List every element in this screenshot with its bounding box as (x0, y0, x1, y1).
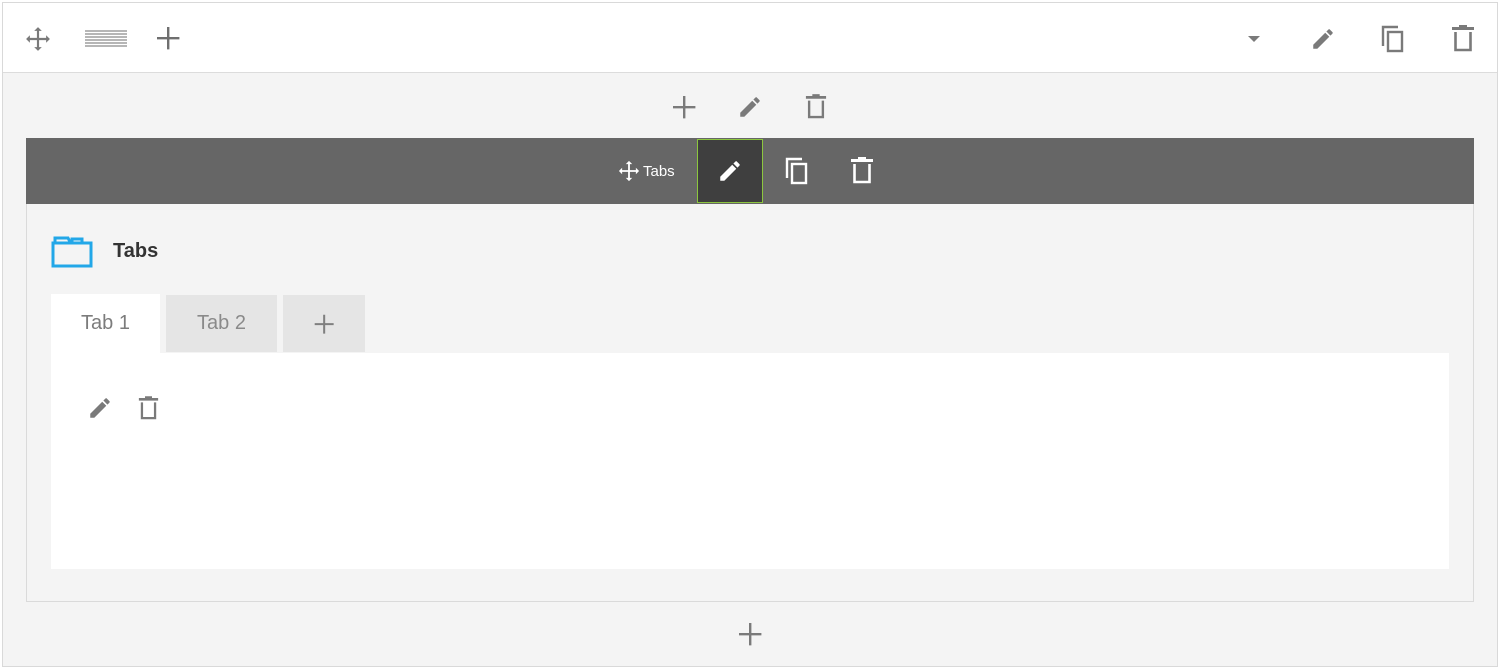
pencil-icon (720, 161, 740, 181)
module-drag-label: Tabs (643, 162, 675, 180)
move-icon[interactable] (21, 23, 55, 55)
tab-1[interactable]: Tab 1 (51, 294, 160, 353)
tab-label: Tab 2 (197, 312, 246, 334)
caret-down-icon[interactable] (1239, 23, 1269, 55)
layout-icon[interactable] (83, 23, 129, 55)
trash-icon[interactable] (133, 393, 163, 423)
tab-panel (51, 353, 1449, 569)
trash-icon[interactable] (799, 90, 833, 124)
module-toolbar: Tabs (26, 138, 1474, 204)
module-edit-button[interactable] (697, 139, 763, 203)
trash-icon[interactable] (844, 153, 880, 189)
plus-icon[interactable] (667, 90, 701, 124)
module-drag-handle[interactable]: Tabs (618, 138, 698, 204)
plus-icon (739, 623, 762, 646)
add-module-button[interactable] (733, 617, 767, 651)
pencil-icon[interactable] (85, 393, 115, 423)
tab-2[interactable]: Tab 2 (166, 295, 277, 352)
pencil-icon[interactable] (733, 90, 767, 124)
folder-icon (51, 236, 93, 268)
module-title: Tabs (113, 239, 159, 262)
row-toolbar (3, 3, 1497, 73)
copy-icon[interactable] (1375, 21, 1411, 57)
pencil-icon[interactable] (1305, 21, 1341, 57)
add-tab-button[interactable] (283, 295, 365, 352)
tabs-module: Tabs Tab 1 Tab 2 (26, 204, 1474, 602)
plus-icon (314, 314, 334, 334)
plus-icon[interactable] (151, 21, 185, 55)
copy-icon[interactable] (779, 153, 815, 189)
move-icon (618, 160, 640, 182)
trash-icon[interactable] (1445, 21, 1481, 57)
section-row: Tabs Tabs Tab 1 Tab 2 (2, 2, 1498, 667)
tab-label: Tab 1 (81, 312, 130, 334)
module-header: Tabs (51, 234, 158, 268)
column-toolbar (3, 73, 1497, 139)
